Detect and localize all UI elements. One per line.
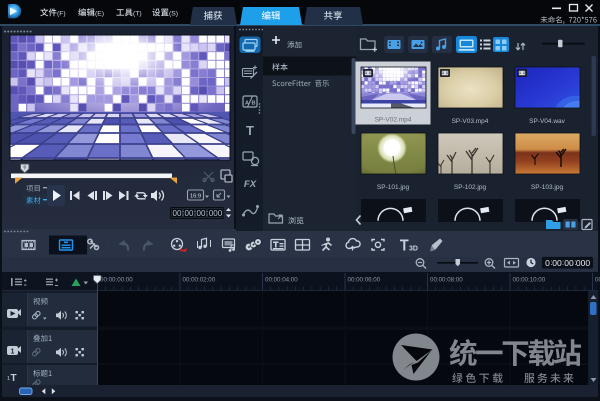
svg-text::: : xyxy=(574,258,576,267)
svg-text:A: A xyxy=(245,101,249,107)
svg-text:00:00:02:00: 00:00:02:00 xyxy=(183,277,216,284)
svg-text:3D: 3D xyxy=(409,246,418,253)
svg-text:00: 00 xyxy=(197,209,206,218)
svg-text:00: 00 xyxy=(552,258,562,268)
svg-text:SP-103.jpg: SP-103.jpg xyxy=(531,184,564,191)
svg-text:0: 0 xyxy=(545,258,550,268)
svg-text::: : xyxy=(550,258,552,267)
svg-text::: : xyxy=(182,209,184,218)
svg-text:(S): (S) xyxy=(169,11,178,18)
svg-text:(F): (F) xyxy=(57,11,66,18)
svg-text:00:00:10:00: 00:00:10:00 xyxy=(513,277,546,284)
svg-text:SP-V04.wav: SP-V04.wav xyxy=(529,118,566,125)
svg-text:00: 00 xyxy=(185,209,194,218)
svg-text:SP-102.jpg: SP-102.jpg xyxy=(454,184,487,191)
svg-text:T: T xyxy=(246,123,254,138)
svg-text:00: 00 xyxy=(564,258,574,268)
svg-text:SP-V02.mp4: SP-V02.mp4 xyxy=(375,117,412,124)
svg-text:00:00:04:00: 00:00:04:00 xyxy=(265,277,298,284)
svg-text:000: 000 xyxy=(209,209,223,218)
svg-text::: : xyxy=(206,209,208,218)
svg-text:00:00:06:00: 00:00:06:00 xyxy=(348,277,381,284)
svg-text:00:00:08:00: 00:00:08:00 xyxy=(430,277,463,284)
svg-text:(E): (E) xyxy=(95,11,104,18)
svg-text:FX: FX xyxy=(244,179,257,190)
svg-text:T: T xyxy=(11,373,17,384)
svg-text:SP-V03.mp4: SP-V03.mp4 xyxy=(452,118,489,125)
svg-text:00:00:12:00: 00:00:12:00 xyxy=(595,277,600,284)
svg-text:1: 1 xyxy=(11,349,15,356)
svg-text::: : xyxy=(562,258,564,267)
svg-text::: : xyxy=(194,209,196,218)
svg-text:SP-101.jpg: SP-101.jpg xyxy=(377,184,410,191)
svg-text:00: 00 xyxy=(173,209,182,218)
svg-text:16:9: 16:9 xyxy=(190,194,201,200)
svg-text:000: 000 xyxy=(576,258,590,268)
svg-text:B: B xyxy=(252,101,256,107)
svg-text:(T): (T) xyxy=(133,11,142,18)
svg-text:00:00:00:00: 00:00:00:00 xyxy=(100,277,133,284)
